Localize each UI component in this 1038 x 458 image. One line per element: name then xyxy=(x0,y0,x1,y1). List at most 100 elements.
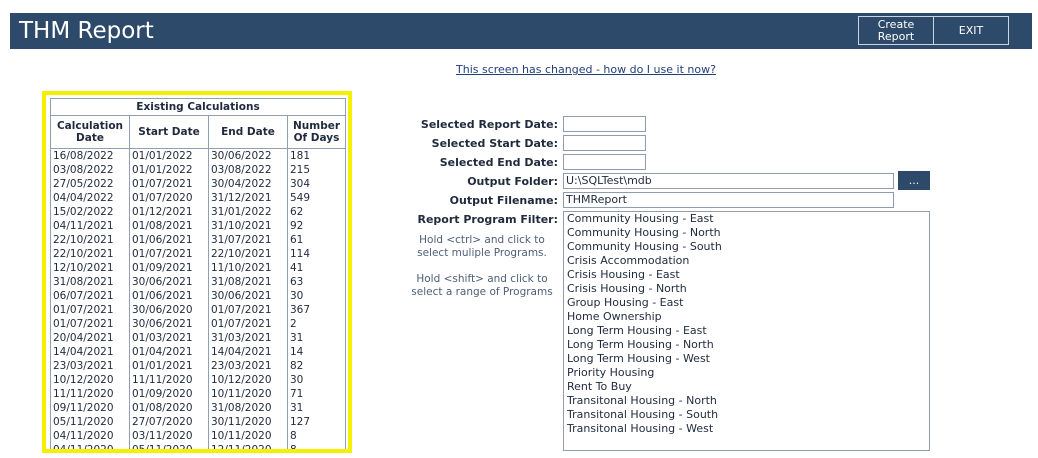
exit-button[interactable]: EXIT xyxy=(933,16,1009,45)
end-date-cell: 31/12/2021 xyxy=(208,191,288,205)
days-cell: 215 xyxy=(287,163,346,177)
calculation-date-cell: 20/04/2021 xyxy=(50,331,130,345)
calculation-row[interactable]: 15/02/2022 01/12/2021 31/01/2022 62 xyxy=(50,205,346,219)
calculation-date-cell: 01/07/2021 xyxy=(50,303,130,317)
start-date-cell: 01/07/2021 xyxy=(129,247,209,261)
program-option[interactable]: Long Term Housing - West xyxy=(564,352,929,366)
shift-hint-text: Hold <shift> and click to select a range… xyxy=(411,273,553,298)
calculation-row[interactable]: 06/07/2021 01/06/2021 30/06/2021 30 xyxy=(50,289,346,303)
calculation-row[interactable]: 11/11/2020 01/09/2020 10/11/2020 71 xyxy=(50,387,346,401)
end-date-cell: 01/07/2021 xyxy=(208,303,288,317)
output-filename-input[interactable]: THMReport xyxy=(563,192,894,208)
create-report-button[interactable]: Create Report xyxy=(858,16,934,45)
end-date-input[interactable] xyxy=(563,154,646,170)
program-option[interactable]: Rent To Buy xyxy=(564,380,929,394)
program-option[interactable]: Community Housing - East xyxy=(564,212,929,226)
days-cell: 8 xyxy=(287,443,346,449)
calculation-row[interactable]: 01/07/2021 30/06/2021 01/07/2021 2 xyxy=(50,317,346,331)
calculation-date-cell: 04/11/2020 xyxy=(50,429,130,443)
days-cell: 30 xyxy=(287,373,346,387)
end-date-cell: 31/07/2021 xyxy=(208,233,288,247)
col-header-number-of-days[interactable]: Number Of Days xyxy=(287,115,346,149)
calculation-row[interactable]: 12/10/2021 01/09/2021 11/10/2021 41 xyxy=(50,261,346,275)
end-date-cell: 11/10/2021 xyxy=(208,261,288,275)
col-header-end-date[interactable]: End Date xyxy=(208,115,288,149)
calculation-row[interactable]: 16/08/2022 01/01/2022 30/06/2022 181 xyxy=(50,148,346,163)
program-option[interactable]: Transitonal Housing - West xyxy=(564,422,929,436)
start-date-cell: 30/06/2020 xyxy=(129,303,209,317)
calculation-row[interactable]: 05/11/2020 27/07/2020 30/11/2020 127 xyxy=(50,415,346,429)
program-option[interactable]: Crisis Housing - East xyxy=(564,268,929,282)
calculation-row[interactable]: 14/04/2021 01/04/2021 14/04/2021 14 xyxy=(50,345,346,359)
output-filename-label: Output Filename: xyxy=(449,194,558,207)
days-cell: 62 xyxy=(287,205,346,219)
calculation-row[interactable]: 22/10/2021 01/06/2021 31/07/2021 61 xyxy=(50,233,346,247)
calculation-row[interactable]: 10/12/2020 11/11/2020 10/12/2020 30 xyxy=(50,373,346,387)
end-date-cell: 10/12/2020 xyxy=(208,373,288,387)
program-option[interactable]: Crisis Housing - North xyxy=(564,282,929,296)
calculation-row[interactable]: 23/03/2021 01/01/2021 23/03/2021 82 xyxy=(50,359,346,373)
calculation-date-cell: 09/11/2020 xyxy=(50,401,130,415)
program-option[interactable]: Transitonal Housing - South xyxy=(564,408,929,422)
calculation-row[interactable]: 31/08/2021 30/06/2021 31/08/2021 63 xyxy=(50,275,346,289)
calculation-date-cell: 22/10/2021 xyxy=(50,247,130,261)
program-option[interactable]: Group Housing - East xyxy=(564,296,929,310)
program-option[interactable]: Community Housing - North xyxy=(564,226,929,240)
calculation-row[interactable]: 09/11/2020 01/08/2020 31/08/2020 31 xyxy=(50,401,346,415)
calculation-date-cell: 14/04/2021 xyxy=(50,345,130,359)
days-cell: 14 xyxy=(287,345,346,359)
days-cell: 127 xyxy=(287,415,346,429)
calculation-row[interactable]: 22/10/2021 01/07/2021 22/10/2021 114 xyxy=(50,247,346,261)
calculation-row[interactable]: 20/04/2021 01/03/2021 31/03/2021 31 xyxy=(50,331,346,345)
start-date-input[interactable] xyxy=(563,135,646,151)
col-header-calculation-date[interactable]: Calculation Date xyxy=(50,115,130,149)
program-option[interactable]: Community Housing - South xyxy=(564,240,929,254)
calculation-row[interactable]: 04/04/2022 01/07/2020 31/12/2021 549 xyxy=(50,191,346,205)
calculation-row[interactable]: 27/05/2022 01/07/2021 30/04/2022 304 xyxy=(50,177,346,191)
calculation-row[interactable]: 01/07/2021 30/06/2020 01/07/2021 367 xyxy=(50,303,346,317)
calculation-row[interactable]: 04/11/2020 03/11/2020 10/11/2020 8 xyxy=(50,429,346,443)
program-filter-list[interactable]: Community Housing - East Community Housin… xyxy=(563,211,930,451)
program-option[interactable]: Transitonal Housing - North xyxy=(564,394,929,408)
end-date-cell: 22/10/2021 xyxy=(208,247,288,261)
end-date-cell: 30/11/2020 xyxy=(208,415,288,429)
start-date-cell: 01/01/2021 xyxy=(129,359,209,373)
program-option[interactable]: Crisis Accommodation xyxy=(564,254,929,268)
days-cell: 549 xyxy=(287,191,346,205)
start-date-cell: 01/04/2021 xyxy=(129,345,209,359)
end-date-cell: 30/06/2021 xyxy=(208,289,288,303)
browse-folder-button[interactable]: ... xyxy=(898,171,930,190)
calculation-date-cell: 04/04/2022 xyxy=(50,191,130,205)
calculation-date-cell: 23/03/2021 xyxy=(50,359,130,373)
start-date-cell: 11/11/2020 xyxy=(129,373,209,387)
start-date-cell: 01/01/2022 xyxy=(129,163,209,177)
end-date-cell: 31/08/2021 xyxy=(208,275,288,289)
calculation-row[interactable]: 03/08/2022 01/01/2022 03/08/2022 215 xyxy=(50,163,346,177)
title-bar: THM Report Create Report EXIT xyxy=(10,13,1032,49)
program-option[interactable]: Long Term Housing - East xyxy=(564,324,929,338)
calculation-date-cell: 31/08/2021 xyxy=(50,275,130,289)
days-cell: 114 xyxy=(287,247,346,261)
calculation-date-cell: 11/11/2020 xyxy=(50,387,130,401)
output-folder-input[interactable]: U:\SQLTest\mdb xyxy=(563,173,894,189)
col-header-start-date[interactable]: Start Date xyxy=(129,115,209,149)
calculation-date-cell: 03/08/2022 xyxy=(50,163,130,177)
program-option[interactable]: Long Term Housing - North xyxy=(564,338,929,352)
days-cell: 30 xyxy=(287,289,346,303)
days-cell: 304 xyxy=(287,177,346,191)
calculation-row[interactable]: 04/11/2020 05/11/2020 12/11/2020 8 xyxy=(50,443,346,449)
days-cell: 2 xyxy=(287,317,346,331)
program-option[interactable]: Home Ownership xyxy=(564,310,929,324)
report-date-input[interactable] xyxy=(563,116,646,132)
start-date-cell: 01/08/2021 xyxy=(129,219,209,233)
calculation-date-cell: 27/05/2022 xyxy=(50,177,130,191)
output-folder-label: Output Folder: xyxy=(467,175,558,188)
help-link[interactable]: This screen has changed - how do I use i… xyxy=(456,63,716,76)
end-date-label: Selected End Date: xyxy=(439,156,558,169)
calculations-table[interactable]: Existing Calculations Calculation Date S… xyxy=(50,98,346,449)
calculation-row[interactable]: 04/11/2021 01/08/2021 31/10/2021 92 xyxy=(50,219,346,233)
existing-calculations-panel: Existing Calculations Calculation Date S… xyxy=(42,91,352,453)
program-option[interactable]: Priority Housing xyxy=(564,366,929,380)
days-cell: 367 xyxy=(287,303,346,317)
start-date-cell: 01/06/2021 xyxy=(129,233,209,247)
